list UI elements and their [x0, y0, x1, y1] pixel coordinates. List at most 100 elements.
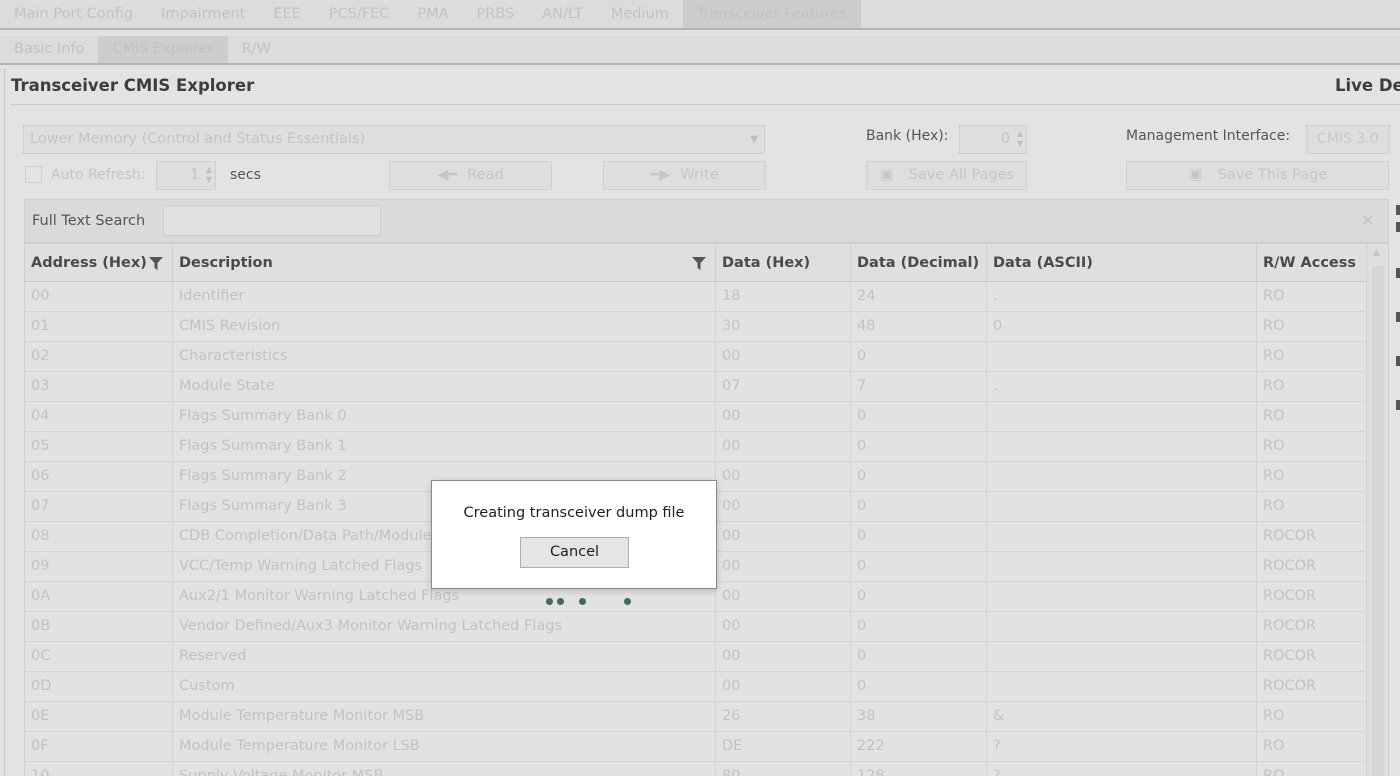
title-divider [10, 104, 1400, 105]
spinner-arrows-icon[interactable]: ▲ ▼ [206, 165, 212, 185]
table-row[interactable]: 02 Characteristics 00 0 RO [25, 342, 1366, 372]
tab-cmis-explorer[interactable]: CMIS Explorer [98, 36, 228, 63]
cell-address: 09 [25, 552, 173, 581]
auto-refresh-label: Auto Refresh: [51, 167, 146, 183]
cell-description: Characteristics [173, 342, 716, 371]
bank-label: Bank (Hex): [866, 128, 949, 144]
column-header-rw-access-label: R/W Access [1263, 255, 1357, 271]
cell-rw-access: RO [1263, 438, 1285, 454]
clear-search-icon[interactable]: ✕ [1361, 211, 1374, 230]
tab-prbs[interactable]: PRBS [463, 0, 529, 28]
tab-transceiver-features[interactable]: Transceiver Features [682, 0, 861, 28]
filter-icon[interactable] [149, 257, 163, 270]
cell-address: 05 [25, 432, 173, 461]
table-row[interactable]: 0E Module Temperature Monitor MSB 26 38 … [25, 702, 1366, 732]
save-all-pages-button[interactable]: ▣ Save All Pages [866, 161, 1027, 190]
scroll-up-arrow-icon[interactable]: ▲ [1373, 248, 1380, 258]
cell-data-ascii [987, 462, 1257, 491]
cell-data-ascii: ? [987, 732, 1257, 761]
column-header-data-hex[interactable]: Data (Hex) [716, 244, 851, 282]
table-row[interactable]: 0C Reserved 00 0 ROCOR [25, 642, 1366, 672]
read-button-label: Read [467, 167, 504, 183]
side-panel-edge [1396, 400, 1400, 410]
table-row[interactable]: 04 Flags Summary Bank 0 00 0 RO [25, 402, 1366, 432]
cell-rw-access: ROCOR [1263, 618, 1317, 634]
read-button[interactable]: ◀━ Read [389, 161, 552, 190]
column-header-description-label: Description [179, 255, 273, 271]
table-row[interactable]: 05 Flags Summary Bank 1 00 0 RO [25, 432, 1366, 462]
tab-pcs-fec[interactable]: PCS/FEC [315, 0, 404, 28]
cell-rw-access: ROCOR [1263, 678, 1317, 694]
table-row[interactable]: 00 Identifier 18 24 . RO [25, 282, 1366, 312]
column-header-address[interactable]: Address (Hex) [25, 244, 173, 282]
cell-address: 0A [25, 582, 173, 611]
save-this-page-button[interactable]: ▣ Save This Page [1126, 161, 1389, 190]
tab-impairment[interactable]: Impairment [147, 0, 259, 28]
secs-label: secs [230, 167, 261, 183]
column-header-rw-access[interactable]: R/W Access [1257, 244, 1366, 282]
cell-address: 0F [25, 732, 173, 761]
cell-address: 06 [25, 462, 173, 491]
scrollbar-thumb[interactable] [1372, 266, 1384, 776]
write-arrow-icon: ━▶ [650, 167, 671, 183]
tab-rw[interactable]: R/W [228, 36, 285, 63]
column-header-data-ascii[interactable]: Data (ASCII) [987, 244, 1257, 282]
cell-data-hex: 00 [716, 432, 851, 461]
column-header-description[interactable]: Description [173, 244, 716, 282]
cell-data-decimal: 0 [851, 432, 987, 461]
save-icon: ▣ [879, 167, 894, 183]
table-row[interactable]: 03 Module State 07 7 . RO [25, 372, 1366, 402]
cell-data-hex: 30 [716, 312, 851, 341]
progress-dialog-message: Creating transceiver dump file [463, 505, 685, 521]
cell-data-ascii [987, 612, 1257, 641]
cell-description: Identifier [173, 282, 716, 311]
table-row[interactable]: 0B Vendor Defined/Aux3 Monitor Warning L… [25, 612, 1366, 642]
cell-data-decimal: 24 [851, 282, 987, 311]
table-scrollbar[interactable]: ▲ [1366, 244, 1388, 776]
cell-description: Supply Voltage Monitor MSB [173, 762, 716, 776]
cell-data-hex: DE [716, 732, 851, 761]
loading-dot-icon [546, 598, 553, 605]
auto-refresh-checkbox[interactable] [25, 166, 42, 183]
table-row[interactable]: 0D Custom 00 0 ROCOR [25, 672, 1366, 702]
cell-description: Custom [173, 672, 716, 701]
memory-page-select[interactable]: Lower Memory (Control and Status Essenti… [23, 125, 765, 154]
filter-icon[interactable] [692, 257, 706, 270]
side-panel-edge [1396, 268, 1400, 278]
management-interface-label: Management Interface: [1126, 128, 1291, 144]
tab-medium[interactable]: Medium [597, 0, 683, 28]
cancel-button[interactable]: Cancel [520, 537, 629, 568]
write-button[interactable]: ━▶ Write [603, 161, 766, 190]
tab-basic-info[interactable]: Basic Info [0, 36, 98, 63]
table-row[interactable]: 10 Supply Voltage Monitor MSB 80 128 ? R… [25, 762, 1366, 776]
tab-pma[interactable]: PMA [403, 0, 462, 28]
cell-rw-access: ROCOR [1263, 588, 1317, 604]
main-tab-strip: Main Port Config Impairment EEE PCS/FEC … [0, 0, 1400, 30]
cell-data-hex: 00 [716, 552, 851, 581]
spinner-arrows-icon[interactable]: ▲ ▼ [1017, 129, 1023, 149]
table-row[interactable]: 0F Module Temperature Monitor LSB DE 222… [25, 732, 1366, 762]
table-row[interactable]: 01 CMIS Revision 30 48 0 RO [25, 312, 1366, 342]
cell-data-ascii: . [987, 282, 1257, 311]
bank-spinner[interactable]: 0 ▲ ▼ [959, 125, 1027, 154]
full-text-search-bar: Full Text Search ✕ [24, 199, 1389, 243]
cell-rw-access: ROCOR [1263, 528, 1317, 544]
cell-address: 0D [25, 672, 173, 701]
sub-tab-strip: Basic Info CMIS Explorer R/W [0, 36, 1400, 65]
cell-data-decimal: 0 [851, 402, 987, 431]
cell-data-ascii [987, 582, 1257, 611]
cell-data-ascii [987, 642, 1257, 671]
column-header-data-ascii-label: Data (ASCII) [993, 255, 1093, 271]
cell-rw-access: RO [1263, 768, 1285, 776]
cell-description: Module Temperature Monitor MSB [173, 702, 716, 731]
cell-data-decimal: 0 [851, 342, 987, 371]
tab-main-port-config[interactable]: Main Port Config [0, 0, 147, 28]
tab-eee[interactable]: EEE [259, 0, 315, 28]
tab-an-lt[interactable]: AN/LT [528, 0, 597, 28]
cell-data-decimal: 0 [851, 462, 987, 491]
column-header-data-decimal[interactable]: Data (Decimal) [851, 244, 987, 282]
full-text-search-input[interactable] [163, 205, 381, 236]
read-arrow-icon: ◀━ [437, 167, 458, 183]
auto-refresh-spinner[interactable]: 1 ▲ ▼ [156, 161, 216, 190]
side-panel-edge [1396, 222, 1400, 232]
